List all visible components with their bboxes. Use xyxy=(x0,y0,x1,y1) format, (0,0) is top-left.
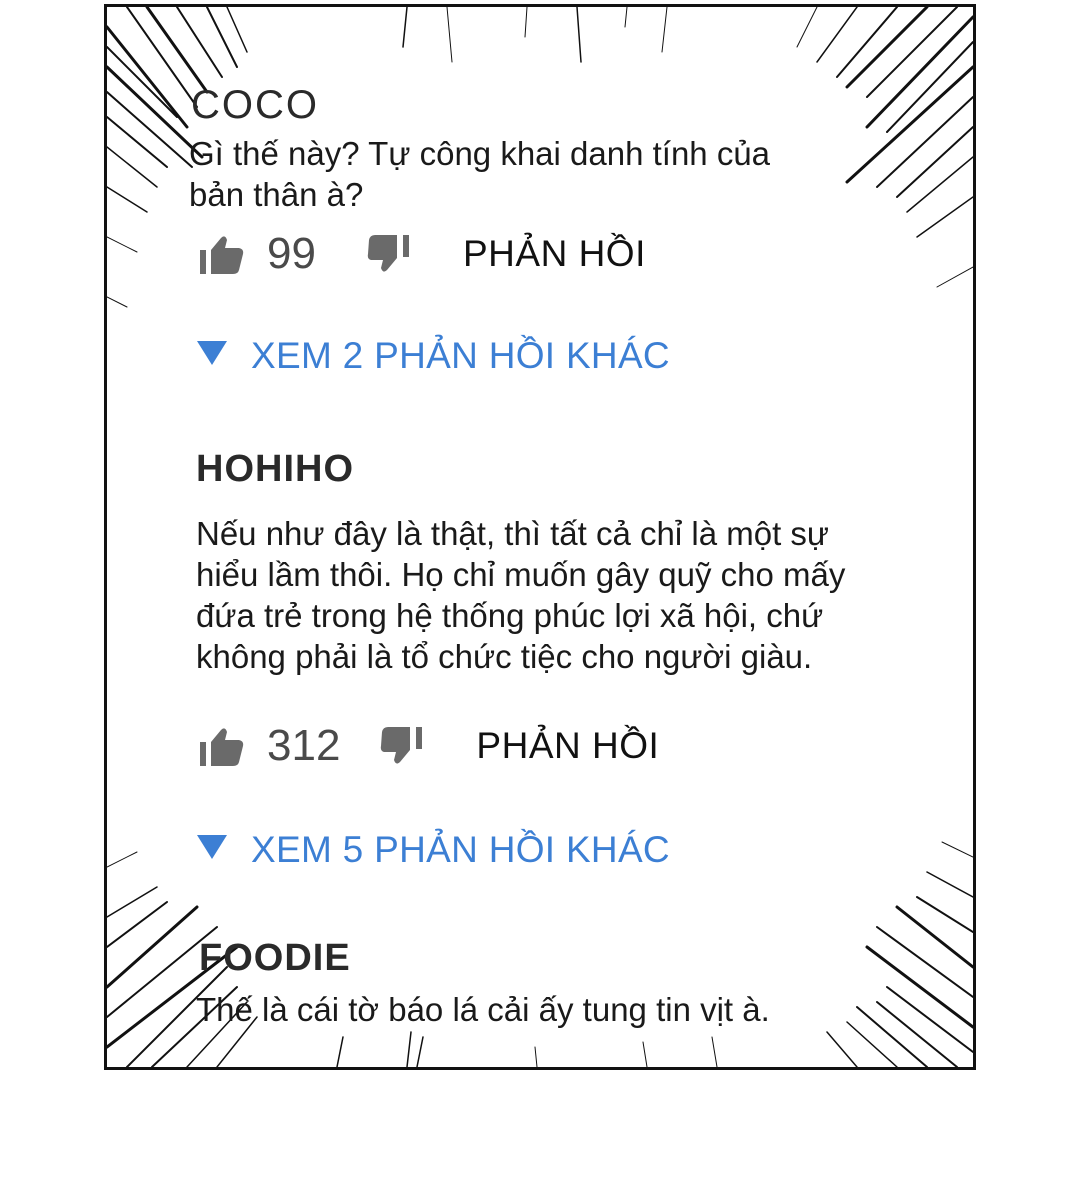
thumbs-up-icon[interactable] xyxy=(199,724,245,768)
thumbs-down-icon[interactable] xyxy=(367,232,413,276)
comment-hohiho: HOHIHO xyxy=(196,450,354,488)
comment-actions: 99 PHẢN HỒI xyxy=(199,229,646,279)
triangle-down-icon xyxy=(197,835,227,859)
comment-username: COCO xyxy=(191,83,319,127)
comment-text-line: Thế là cái tờ báo lá cải ấy tung tin vịt… xyxy=(196,991,770,1028)
reply-button[interactable]: PHẢN HỒI xyxy=(463,233,646,275)
like-count: 312 xyxy=(267,721,341,770)
comment-text-line: Gì thế này? Tự công khai danh tính của xyxy=(189,135,771,172)
reply-button[interactable]: PHẢN HỒI xyxy=(476,725,659,767)
comment-text-line: không phải là tổ chức tiệc cho người già… xyxy=(196,638,813,675)
comment-panel: COCO Gì thế này? Tự công khai danh tính … xyxy=(104,4,976,1070)
comment-username: FOODIE xyxy=(199,937,351,979)
comment-text-line: bản thân à? xyxy=(189,176,364,213)
like-count: 99 xyxy=(267,229,316,278)
comment-text-line: Nếu như đây là thật, thì tất cả chỉ là m… xyxy=(196,515,829,552)
thumbs-down-icon[interactable] xyxy=(380,724,426,768)
comment-actions: 312 PHẢN HỒI xyxy=(199,721,659,771)
comment-foodie: FOODIE xyxy=(199,939,351,977)
view-more-replies-label: XEM 2 PHẢN HỒI KHÁC xyxy=(251,335,670,376)
comment-username: HOHIHO xyxy=(196,448,354,490)
comment-text-line: hiểu lầm thôi. Họ chỉ muốn gây quỹ cho m… xyxy=(196,556,846,593)
comment-text-line: đứa trẻ trong hệ thống phúc lợi xã hội, … xyxy=(196,597,824,634)
view-more-replies-label: XEM 5 PHẢN HỒI KHÁC xyxy=(251,829,670,870)
triangle-down-icon xyxy=(197,341,227,365)
comment-text: Thế là cái tờ báo lá cải ấy tung tin vịt… xyxy=(196,989,770,1030)
comment-coco: COCO xyxy=(191,85,319,125)
view-more-replies-button[interactable]: XEM 5 PHẢN HỒI KHÁC xyxy=(197,829,670,871)
comment-text: Gì thế này? Tự công khai danh tính của b… xyxy=(189,133,770,215)
view-more-replies-button[interactable]: XEM 2 PHẢN HỒI KHÁC xyxy=(197,335,670,377)
comment-text: Nếu như đây là thật, thì tất cả chỉ là m… xyxy=(196,513,845,677)
thumbs-up-icon[interactable] xyxy=(199,232,245,276)
